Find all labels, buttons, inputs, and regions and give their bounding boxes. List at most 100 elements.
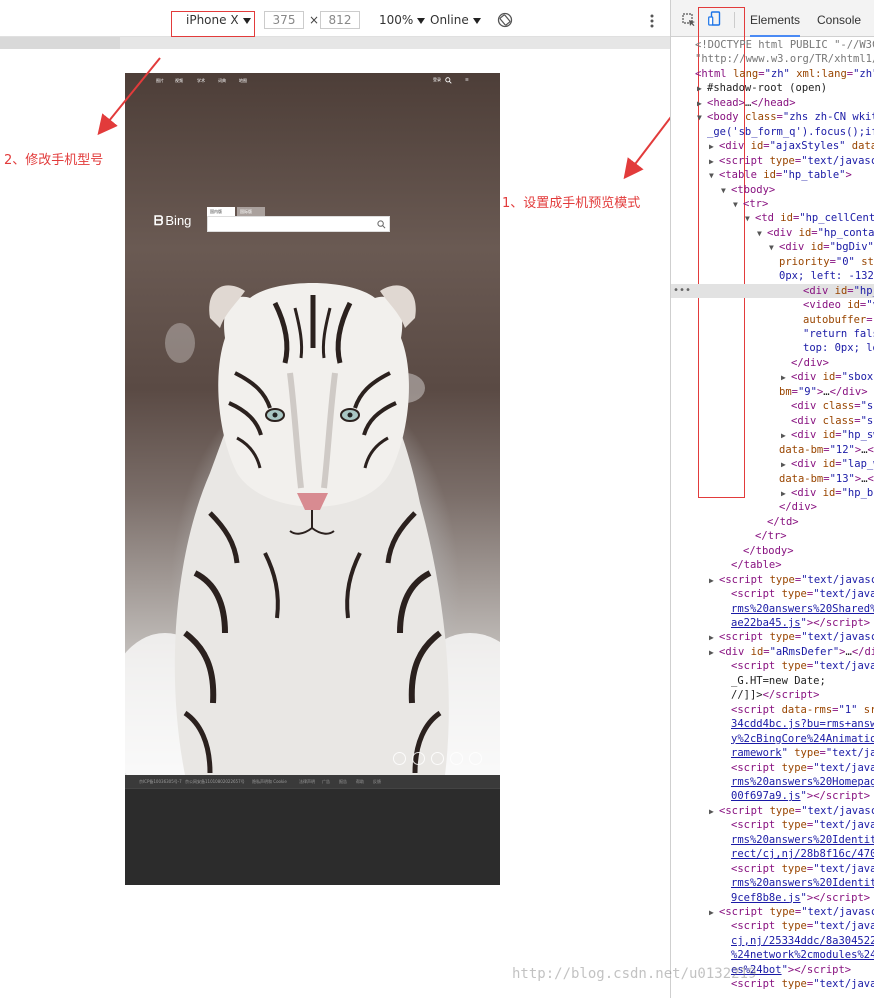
dom-node-line[interactable]: ae22ba45.js"></script> [671,616,870,630]
dom-node-line[interactable]: ▶ <head>…</head> [671,96,796,110]
dom-node-line[interactable]: ▶ <div id="aRmsDefer">…</di [671,645,874,659]
dom-node-line[interactable]: rect/cj,nj/28b8f16c/47055 [671,847,874,861]
dom-node-line[interactable]: <script type="text/javasc [671,659,874,673]
dom-node-line[interactable]: </tr> [671,529,787,543]
expand-triangle-icon[interactable]: ▶ [697,82,707,96]
dom-node-line[interactable]: <video id="vid [671,298,874,312]
dom-node-line[interactable]: bm="9">…</div> [671,385,868,399]
ellipsis-icon[interactable]: ••• [673,284,691,298]
dom-node-line[interactable]: priority="0" style [671,255,874,269]
dom-node-line[interactable]: <script type="text/javasc [671,862,874,876]
dom-node-line[interactable]: _G.HT=new Date; [671,674,826,688]
dom-node-line[interactable]: <script data-rms="1" src= [671,703,874,717]
dom-node-line[interactable]: <script type="text/javasc [671,587,874,601]
footer-link[interactable]: 京ICP备10036305号-7 [139,779,182,785]
dom-node-line[interactable]: </table> [671,558,782,572]
dom-node-line[interactable]: %24network%2cmodules%24cu [671,948,874,962]
dom-node-line[interactable]: ▼ <table id="hp_table"> [671,168,852,182]
camera-icon[interactable] [412,752,425,765]
expand-triangle-icon[interactable]: ▶ [709,646,719,660]
collapse-triangle-icon[interactable]: ▼ [745,212,755,226]
collapse-triangle-icon[interactable]: ▼ [769,241,779,255]
expand-triangle-icon[interactable]: ▶ [709,906,719,920]
dom-node-line[interactable]: "http://www.w3.org/TR/xhtml1/ [671,52,874,66]
dom-node-line[interactable]: </div> [671,356,829,370]
dom-node-line[interactable]: <html lang="zh" xml:lang="zh" [671,67,874,81]
height-input[interactable]: 812 [320,11,360,29]
footer-link[interactable]: 反馈 [373,779,381,785]
dom-node-line[interactable]: <script type="text/javasc [671,761,874,775]
dom-node-line[interactable]: ▶ #shadow-root (open) [671,81,827,95]
dom-node-line[interactable]: ▼ <div id="bgDiv" [671,240,874,254]
dom-node-line[interactable]: rms%20answers%20Identity% [671,833,874,847]
zoom-select[interactable]: 100% [379,13,426,27]
dom-node-line[interactable]: ▼ <td id="hp_cellCente [671,211,874,225]
footer-link[interactable]: 京公网安备11010802022657号 [185,779,245,785]
dom-node-line[interactable]: </div> [671,500,817,514]
expand-triangle-icon[interactable]: ▶ [709,631,719,645]
dom-node-line[interactable]: ▶ <script type="text/javasc [671,630,874,644]
next-icon[interactable] [450,752,463,765]
dom-tree[interactable]: <!DOCTYPE html PUBLIC "-//W3C "http://www… [671,38,874,998]
dom-node-line[interactable]: ▼ <tbody> [671,183,775,197]
dom-node-line[interactable]: _ge('sb_form_q').focus();if(_ [671,125,874,139]
dom-node-line[interactable]: data-bm="12">…</di [671,443,874,457]
nav-item-dictionary[interactable]: 词典 [218,78,226,84]
collapse-triangle-icon[interactable]: ▼ [721,184,731,198]
dom-node-line[interactable]: ▶<div id="hp_bott [671,486,874,500]
dom-node-line[interactable]: y%2cBingCore%24Animation% [671,732,874,746]
menu-icon[interactable]: ☰ [465,77,469,82]
dom-node-line[interactable]: <script type="text/javasc [671,818,874,832]
dom-node-line[interactable]: ▶ <div id="ajaxStyles" data [671,139,874,153]
dom-node-line[interactable]: ▶<div id="lap_w" [671,457,874,471]
dom-node-line[interactable]: </td> [671,515,799,529]
tab-international[interactable]: 国际版 [237,207,265,216]
dom-node-line[interactable]: </tbody> [671,544,794,558]
expand-triangle-icon[interactable]: ▶ [709,574,719,588]
location-icon[interactable] [393,752,406,765]
search-icon[interactable] [445,77,452,84]
dom-node-line[interactable]: <script type="text/javasc [671,919,874,933]
nav-item-maps[interactable]: 地图 [239,78,247,84]
expand-triangle-icon[interactable]: ▶ [709,155,719,169]
dom-node-line[interactable]: 9cef8b8e.js"></script> [671,891,870,905]
dom-node-line[interactable]: ▶ <script type="text/javasc [671,804,874,818]
network-throttle-select[interactable]: Online [430,13,481,27]
dom-node-line[interactable]: //]]></script> [671,688,820,702]
dom-node-line[interactable]: "return false" [671,327,874,341]
expand-triangle-icon[interactable]: ▶ [781,487,791,501]
dom-node-line[interactable]: ▶<div id="hp_sw_h [671,428,874,442]
dom-node-line[interactable]: ▶ <script type="text/javasc [671,573,874,587]
rotate-icon[interactable] [497,12,513,28]
footer-link[interactable]: 帮助 [356,779,364,785]
collapse-triangle-icon[interactable]: ▼ [757,227,767,241]
inspect-element-icon[interactable] [682,13,696,27]
info-icon[interactable] [469,752,482,765]
dom-node-line[interactable]: cj,nj/25334ddc/8a304522.j [671,934,874,948]
dom-node-line[interactable]: top: 0px; left [671,341,874,355]
dom-node-line[interactable]: rms%20answers%20Homepage% [671,775,874,789]
tab-console[interactable]: Console [817,13,861,27]
dom-node-line[interactable]: 34cdd4bc.js?bu=rms+answer [671,717,874,731]
dom-node-line[interactable]: ▶ <script type="text/javasc [671,154,874,168]
dom-node-line[interactable]: rms%20answers%20Shared%20 [671,602,874,616]
collapse-triangle-icon[interactable]: ▼ [709,169,719,183]
width-input[interactable]: 375 [264,11,304,29]
dom-node-line[interactable]: 0px; left: -1329px [671,269,874,283]
nav-item-images[interactable]: 图片 [156,78,164,84]
previous-icon[interactable] [431,752,444,765]
dom-node-line[interactable]: data-bm="13">…</di [671,472,874,486]
tab-domestic[interactable]: 国内版 [207,207,235,216]
dom-node-line[interactable]: ▼<div id="hp_contai [671,226,874,240]
expand-triangle-icon[interactable]: ▶ [709,805,719,819]
footer-link[interactable]: 报告 [339,779,347,785]
bing-search-input[interactable] [207,216,390,232]
nav-item-academic[interactable]: 学术 [197,78,205,84]
dom-node-line[interactable]: <div id="hp_vi ••• [671,283,874,298]
expand-triangle-icon[interactable]: ▶ [781,429,791,443]
dom-node-line[interactable]: <div class="shad [671,399,874,413]
footer-link[interactable]: 广告 [322,779,330,785]
dom-node-line[interactable]: ▼ <body class="zhs zh-CN wkit [671,110,874,124]
dom-node-line[interactable]: ramework" type="text/java [671,746,874,760]
dom-node-line[interactable]: <!DOCTYPE html PUBLIC "-//W3C [671,38,874,52]
